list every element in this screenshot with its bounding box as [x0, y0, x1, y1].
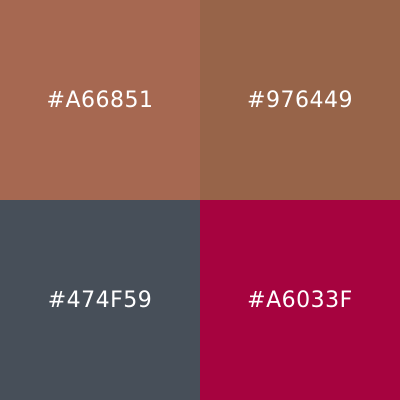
color-swatch-1: #A66851 [0, 0, 200, 200]
color-swatch-3: #474F59 [0, 200, 200, 400]
swatch-hex-label: #A66851 [46, 87, 154, 113]
color-swatch-2: #976449 [200, 0, 400, 200]
swatch-hex-label: #976449 [247, 87, 353, 113]
swatch-hex-label: #A6033F [247, 287, 353, 313]
swatch-hex-label: #474F59 [47, 287, 153, 313]
color-palette: #A66851 #976449 #474F59 #A6033F [0, 0, 400, 400]
color-swatch-4: #A6033F [200, 200, 400, 400]
